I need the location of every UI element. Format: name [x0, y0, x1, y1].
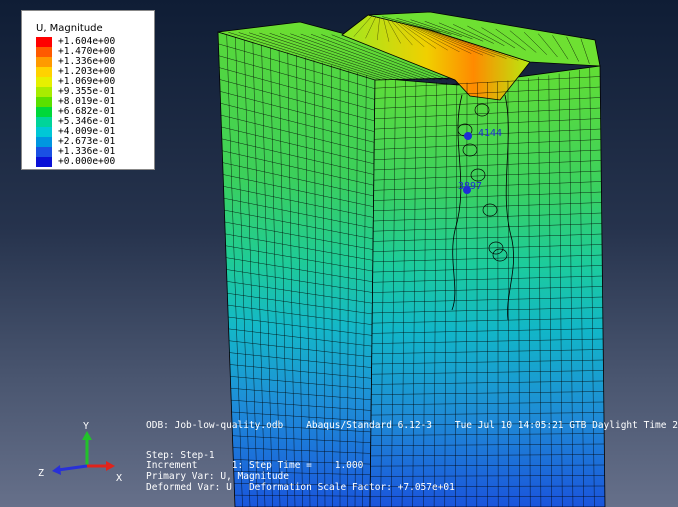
legend-swatch	[36, 87, 52, 97]
legend-row: +9.355e-01	[36, 87, 115, 97]
legend-swatch	[36, 107, 52, 117]
node-label-3897: 3897	[458, 181, 483, 192]
deformed-var-info: Deformed Var: U Deformation Scale Factor…	[146, 482, 455, 493]
increment-info: Increment 1: Step Time = 1.000	[146, 460, 364, 471]
odb-info: ODB: Job-low-quality.odb Abaqus/Standard…	[146, 420, 678, 431]
legend-row: +5.346e-01	[36, 117, 115, 127]
legend-swatch	[36, 137, 52, 147]
y-axis-label: Y	[83, 421, 89, 432]
contour-legend: U, Magnitude +1.604e+00 +1.470e+00 +1.336e…	[21, 10, 155, 170]
legend-row: +1.470e+00	[36, 47, 115, 57]
legend-swatch	[36, 47, 52, 57]
legend-title: U, Magnitude	[36, 23, 103, 34]
legend-row: +6.682e-01	[36, 107, 115, 117]
legend-swatch	[36, 127, 52, 137]
legend-row: +1.336e-01	[36, 147, 115, 157]
axis-triad: Y X Z	[30, 418, 140, 498]
legend-swatch	[36, 157, 52, 167]
z-axis-label: Z	[38, 468, 44, 479]
legend-label: +0.000e+00	[58, 156, 116, 167]
legend-row: +2.673e-01	[36, 137, 115, 147]
legend-row: +1.336e+00	[36, 57, 115, 67]
node-label-4144: 4144	[478, 128, 503, 139]
legend-row: +4.009e-01	[36, 127, 115, 137]
x-axis-label: X	[116, 473, 122, 484]
node-marker-4144	[464, 132, 472, 140]
z-axis-arrow	[57, 464, 88, 472]
legend-swatch	[36, 77, 52, 87]
legend-swatch	[36, 57, 52, 67]
legend-swatch	[36, 37, 52, 47]
legend-row: +1.069e+00	[36, 77, 115, 87]
primary-var-info: Primary Var: U, Magnitude	[146, 471, 289, 482]
legend-swatch	[36, 97, 52, 107]
legend-row: +8.019e-01	[36, 97, 115, 107]
legend-swatch	[36, 117, 52, 127]
legend-row: +0.000e+00	[36, 157, 115, 167]
legend-swatch	[36, 67, 52, 77]
legend-swatch	[36, 147, 52, 157]
legend-row: +1.604e+00	[36, 37, 115, 47]
legend-row: +1.203e+00	[36, 67, 115, 77]
